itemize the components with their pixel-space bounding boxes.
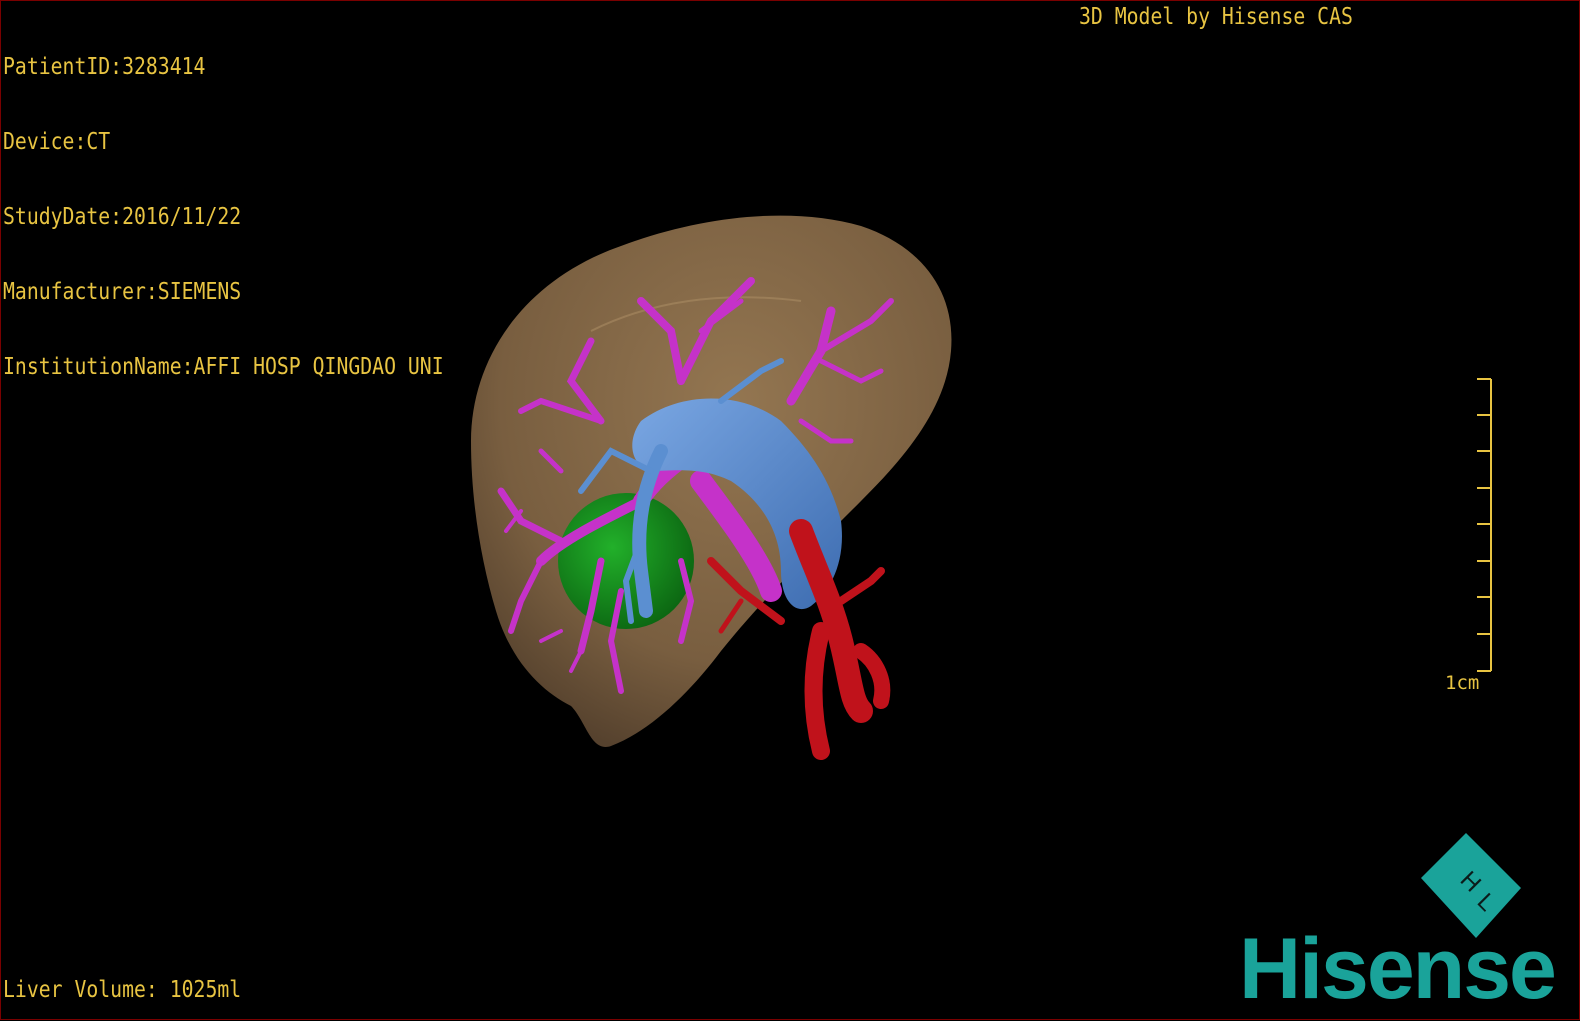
scale-bar bbox=[1477, 378, 1492, 672]
liver-volume: Liver Volume: 1025ml bbox=[3, 977, 242, 1003]
scale-label: 1cm bbox=[1445, 672, 1480, 694]
liver-3d-model[interactable] bbox=[1, 1, 1580, 1021]
hisense-logo: Hisense bbox=[1239, 921, 1557, 1017]
3d-viewport[interactable]: PatientID:3283414 Device:CT StudyDate:20… bbox=[0, 0, 1580, 1020]
